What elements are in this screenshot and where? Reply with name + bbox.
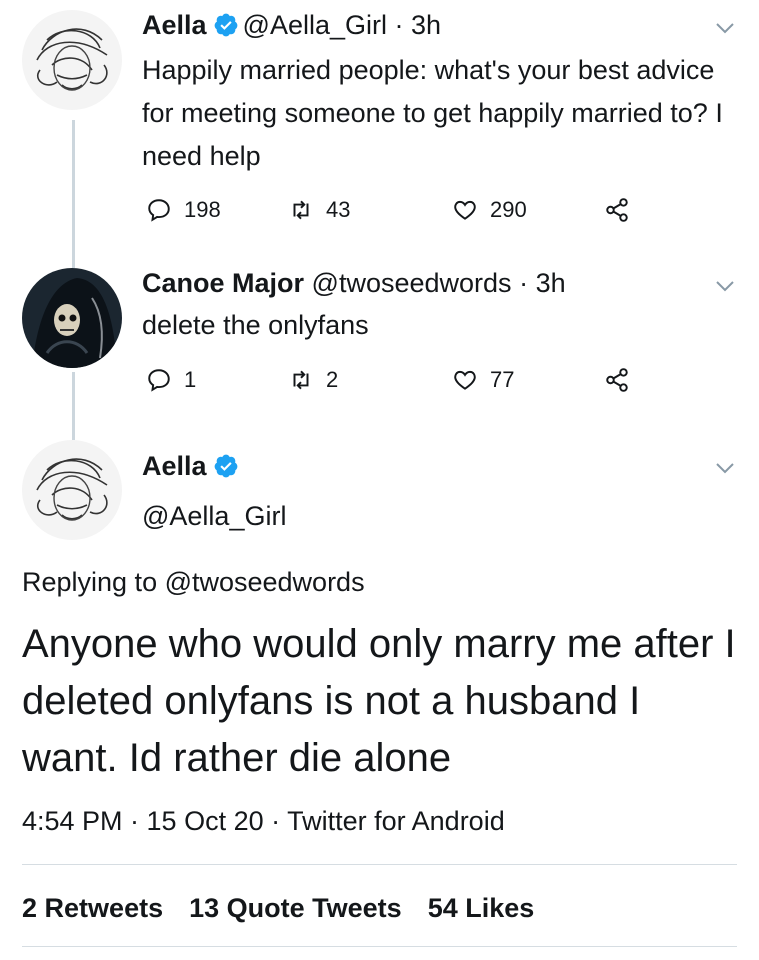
verified-badge-icon	[213, 450, 239, 478]
like-count: 77	[490, 367, 515, 392]
reply-count: 198	[184, 197, 221, 222]
display-name[interactable]: Aella	[142, 10, 207, 40]
share-icon	[606, 198, 628, 222]
main-tweet-text: Anyone who would only marry me after I d…	[22, 622, 736, 780]
stat-count: 54	[427, 893, 458, 923]
avatar[interactable]	[22, 268, 122, 368]
reply-button[interactable]: 1	[146, 362, 196, 398]
reply-count: 1	[184, 367, 197, 392]
timestamp[interactable]: 3h	[411, 10, 441, 40]
share-icon	[606, 368, 628, 392]
like-count: 290	[490, 197, 527, 222]
display-name[interactable]: Canoe Major	[142, 268, 304, 298]
stat-label: Likes	[465, 893, 535, 923]
reply-icon	[148, 199, 170, 222]
verified-badge-icon	[213, 12, 239, 38]
divider	[22, 946, 737, 947]
tweet-meta: 4:54 PM · 15 Oct 20 · Twitter for Androi…	[22, 806, 505, 836]
retweet-icon	[293, 200, 309, 220]
heart-icon	[454, 370, 476, 390]
retweet-button[interactable]: 2	[288, 362, 338, 398]
divider	[22, 864, 737, 865]
share-button[interactable]	[604, 192, 642, 228]
heart-icon	[454, 200, 476, 220]
chevron-down-icon[interactable]	[713, 456, 737, 480]
stat-count: 13	[189, 893, 220, 923]
stat-count: 2	[22, 893, 38, 923]
tweet-stats: 2 Retweets 13 Quote Tweets 54 Likes	[22, 888, 560, 928]
tweet-actions: 1 2 77	[142, 362, 702, 398]
tweet[interactable]: Aella @Aella_Girl · 3h Happily married pe…	[0, 0, 759, 260]
stat-likes[interactable]: 54 Likes	[428, 888, 535, 928]
like-button[interactable]: 290	[452, 192, 527, 228]
retweet-count: 2	[326, 367, 339, 392]
separator: ·	[519, 268, 529, 298]
avatar[interactable]	[22, 10, 122, 110]
reply-icon	[148, 369, 170, 392]
tweet-header: Canoe Major @twoseedwords · 3h	[142, 266, 566, 300]
tweet[interactable]: Canoe Major @twoseedwords · 3h delete th…	[0, 262, 759, 412]
timestamp[interactable]: 3h	[536, 268, 566, 298]
stat-label: Quote Tweets	[226, 893, 402, 923]
separator: ·	[394, 10, 404, 40]
retweet-icon	[293, 370, 309, 390]
main-display-name: Aella	[142, 446, 243, 486]
handle[interactable]: @Aella_Girl	[243, 10, 387, 40]
chevron-down-icon[interactable]	[713, 16, 737, 40]
handle[interactable]: @Aella_Girl	[142, 496, 286, 536]
tweet-actions: 198 43 290	[142, 192, 702, 228]
like-button[interactable]: 77	[452, 362, 514, 398]
share-button[interactable]	[604, 362, 642, 398]
replying-to[interactable]: Replying to @twoseedwords	[22, 562, 365, 602]
tweet-header: Aella @Aella_Girl · 3h	[142, 8, 441, 42]
tweet-text: delete the onlyfans	[142, 310, 369, 340]
tweet-text: Happily married people: what's your best…	[142, 55, 723, 171]
display-name[interactable]: Aella	[142, 451, 207, 481]
handle[interactable]: @twoseedwords	[312, 268, 512, 298]
stat-label: Retweets	[44, 893, 164, 923]
stat-retweets[interactable]: 2 Retweets	[22, 888, 163, 928]
stat-quote-tweets[interactable]: 13 Quote Tweets	[189, 888, 402, 928]
reply-button[interactable]: 198	[146, 192, 221, 228]
retweet-button[interactable]: 43	[288, 192, 350, 228]
avatar[interactable]	[22, 440, 122, 540]
retweet-count: 43	[326, 197, 351, 222]
chevron-down-icon[interactable]	[713, 274, 737, 298]
